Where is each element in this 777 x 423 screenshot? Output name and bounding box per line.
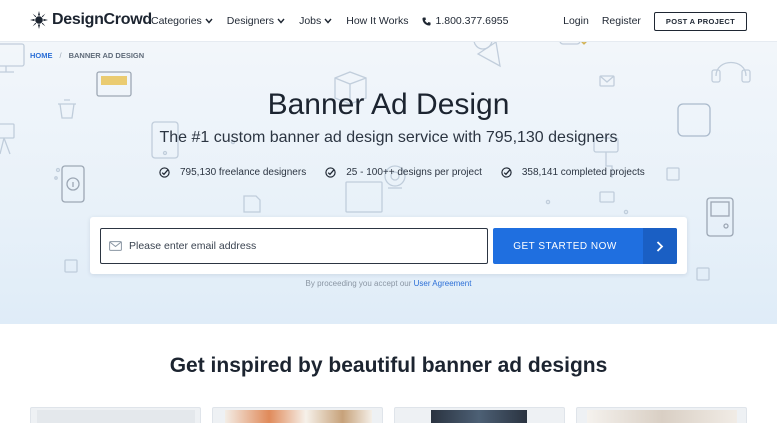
headphones-icon [711, 62, 751, 83]
nav-how-it-works-label: How It Works [346, 15, 409, 27]
picture-frame-icon [345, 181, 383, 213]
design-thumbnail[interactable] [212, 407, 383, 423]
page-title: Banner Ad Design [267, 88, 510, 121]
stat-completed-projects-text: 358,141 completed projects [521, 167, 645, 178]
mail-bottom-icon [599, 191, 615, 203]
design-thumbnail[interactable] [30, 407, 201, 423]
user-agreement-link[interactable]: User Agreement [414, 279, 472, 288]
breadcrumb-home[interactable]: HOME [30, 51, 53, 60]
nav-how-it-works[interactable]: How It Works [346, 15, 408, 27]
design-gallery [30, 407, 747, 423]
pen-icon [581, 42, 587, 45]
chevron-down-icon [277, 18, 285, 24]
monitor-icon [0, 43, 25, 73]
nav-jobs-label: Jobs [299, 15, 322, 27]
stat-designers: 795,130 freelance designers [159, 167, 306, 178]
dot-cluster-icon [54, 167, 61, 180]
nav-jobs[interactable]: Jobs [299, 15, 332, 27]
chevron-right-icon [656, 240, 664, 252]
stat-designers-text: 795,130 freelance designers [180, 167, 307, 178]
gameboy-icon [706, 197, 734, 237]
phone-number[interactable]: 1.800.377.6955 [422, 15, 508, 27]
circle-icon [473, 42, 493, 50]
stat-designs-per-project-text: 25 - 100++ designs per project [346, 167, 482, 178]
page-subtitle: The #1 custom banner ad design service w… [159, 129, 618, 146]
breadcrumb-current: BANNER AD DESIGN [68, 51, 145, 60]
design-thumbnail[interactable] [576, 407, 747, 423]
file-icon [243, 195, 261, 213]
stats-row: 795,130 freelance designers 25 - 100++ d… [159, 167, 664, 178]
agreement-text: By proceeding you accept our User Agreem… [0, 279, 777, 288]
chevron-down-icon [324, 18, 332, 24]
get-started-button[interactable]: GET STARTED NOW [493, 228, 677, 264]
nav-categories-label: Categories [151, 15, 202, 27]
agreement-prefix: By proceeding you accept our [305, 279, 412, 288]
register-link[interactable]: Register [602, 15, 641, 27]
phone-icon [422, 16, 432, 26]
get-started-label: GET STARTED NOW [513, 240, 617, 252]
phone-info-icon [61, 165, 85, 203]
mail-icon [599, 75, 615, 87]
thumbnail-image [431, 410, 527, 423]
nav-designers[interactable]: Designers [227, 15, 285, 27]
stat-completed-projects: 358,141 completed projects [501, 167, 645, 178]
phone-text: 1.800.377.6955 [435, 15, 509, 27]
header-actions: Login Register POST A PROJECT [563, 0, 747, 42]
envelope-icon [109, 241, 122, 251]
email-field-wrapper[interactable] [100, 228, 488, 264]
thumbnail-image [37, 410, 195, 423]
triangle-icon [476, 42, 501, 68]
design-thumbnail[interactable] [394, 407, 565, 423]
signup-form: GET STARTED NOW [90, 217, 687, 274]
check-circle-icon [501, 167, 512, 178]
breadcrumb: HOME / BANNER AD DESIGN [30, 51, 144, 60]
post-project-button[interactable]: POST A PROJECT [653, 11, 747, 31]
nav-designers-label: Designers [226, 15, 275, 27]
thumbnail-image [225, 410, 372, 423]
square-right-icon [666, 167, 680, 181]
mobile-icon [559, 42, 581, 45]
stat-designs-per-project: 25 - 100++ designs per project [325, 167, 482, 178]
logo-text: DesignCrowd [52, 11, 152, 28]
square-icon [64, 259, 78, 273]
login-link[interactable]: Login [563, 15, 589, 27]
cta-arrow-box [643, 228, 677, 264]
main-nav: Categories Designers Jobs How It Works 1… [151, 0, 508, 42]
nav-categories[interactable]: Categories [151, 15, 213, 27]
thumbnail-image [587, 410, 737, 423]
check-circle-icon [159, 167, 170, 178]
check-circle-icon [325, 167, 336, 178]
chevron-down-icon [205, 18, 213, 24]
logo-burst-icon [30, 11, 48, 29]
hero-section: HOME / BANNER AD DESIGN Banner Ad Design… [0, 42, 777, 324]
logo[interactable]: DesignCrowd [30, 11, 152, 29]
email-input[interactable] [129, 240, 469, 252]
inspiration-title: Get inspired by beautiful banner ad desi… [169, 354, 608, 377]
site-header: DesignCrowd Categories Designers Jobs Ho… [0, 0, 777, 42]
breadcrumb-separator: / [59, 51, 62, 60]
